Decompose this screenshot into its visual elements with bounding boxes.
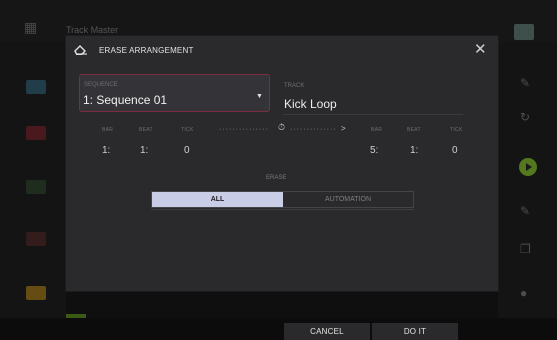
end-tick-label: TICK (450, 127, 463, 133)
erase-mode-selector: ALL AUTOMATION (151, 191, 414, 208)
background-left-item (26, 80, 46, 94)
dialog-title: ERASE ARRANGEMENT (99, 46, 194, 55)
copy-icon: ❐ (520, 242, 531, 256)
end-beat-label: BEAT (407, 127, 421, 133)
pencil-icon: ✎ (520, 76, 531, 90)
range-dots-right: ·············· (290, 126, 337, 133)
close-icon[interactable]: ✕ (474, 42, 487, 57)
background-left-item (26, 232, 46, 246)
background-left-item (26, 126, 46, 140)
cancel-button[interactable]: CANCEL (284, 323, 370, 340)
start-bar-label: BAR (102, 127, 114, 133)
start-bar-value[interactable]: 1: (102, 145, 110, 156)
background-top-right-button (514, 24, 534, 40)
erase-all-option[interactable]: ALL (152, 192, 283, 207)
track-label: TRACK (284, 83, 305, 89)
background-bottom-bar (0, 318, 557, 340)
erase-arrangement-dialog: ERASE ARRANGEMENT ✕ SEQUENCE 1: Sequence… (66, 36, 498, 291)
start-beat-value[interactable]: 1: (140, 145, 148, 156)
grid-menu-icon: ▦ (24, 19, 38, 35)
track-value[interactable]: Kick Loop (284, 97, 337, 111)
erase-automation-option[interactable]: AUTOMATION (283, 192, 413, 207)
track-underline (283, 114, 463, 115)
end-bar-value[interactable]: 5: (370, 145, 378, 156)
sequence-label: SEQUENCE (84, 82, 118, 88)
start-tick-label: TICK (181, 127, 194, 133)
triangle-down-icon: ▼ (256, 93, 263, 100)
range-arrow: > (341, 124, 346, 133)
dialog-header: ERASE ARRANGEMENT ✕ (66, 36, 498, 63)
sequence-value: 1: Sequence 01 (83, 93, 168, 107)
background-left-item (26, 286, 46, 300)
figure-icon: ● (520, 286, 528, 300)
start-tick-value[interactable]: 0 (184, 145, 190, 156)
loop-icon: ↻ (520, 110, 531, 124)
start-beat-label: BEAT (139, 127, 153, 133)
play-icon (519, 158, 537, 176)
background-left-item (26, 180, 46, 194)
stopwatch-icon: ⏱ (278, 122, 286, 132)
background-title: Track Master (66, 25, 119, 35)
pencil-icon: ✎ (520, 204, 531, 218)
erase-mode-underline (151, 209, 414, 210)
end-beat-value[interactable]: 1: (410, 145, 418, 156)
range-dots-left: ··············· (219, 126, 269, 133)
background-bottom-indicator (66, 314, 86, 318)
eraser-icon (74, 45, 87, 55)
sequence-selector[interactable]: SEQUENCE 1: Sequence 01 ▼ (79, 74, 270, 112)
erase-label: ERASE (266, 175, 287, 181)
do-it-button[interactable]: DO IT (372, 323, 458, 340)
end-tick-value[interactable]: 0 (452, 145, 458, 156)
end-bar-label: BAR (371, 127, 383, 133)
